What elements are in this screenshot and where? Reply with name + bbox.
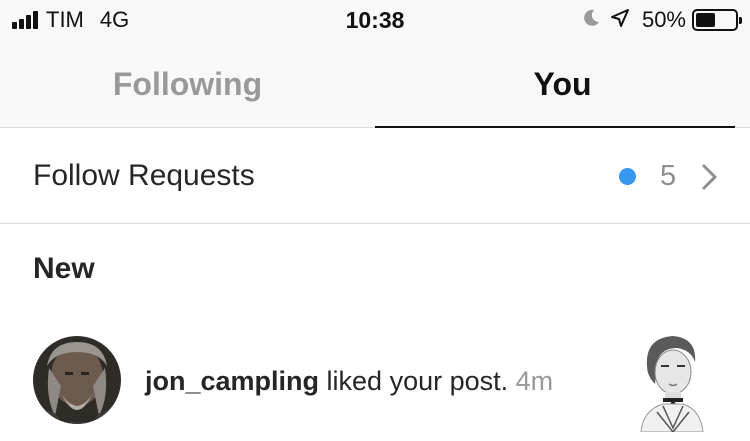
follow-requests-count: 5 bbox=[660, 160, 677, 192]
post-thumbnail[interactable] bbox=[633, 332, 709, 432]
battery-icon bbox=[692, 9, 742, 31]
unread-dot bbox=[619, 168, 636, 185]
moon-icon bbox=[582, 9, 600, 32]
activity-item[interactable]: jon_campling liked your post. 4m bbox=[0, 330, 750, 441]
activity-action: liked your post. bbox=[319, 366, 509, 396]
section-header-new: New bbox=[33, 252, 95, 285]
battery-percent: 50% bbox=[641, 7, 686, 32]
location-arrow-icon bbox=[610, 8, 630, 33]
status-bar: TIM 4G 10:38 50% bbox=[0, 0, 750, 40]
chevron-right-icon bbox=[700, 163, 720, 196]
activity-time: 4m bbox=[515, 366, 554, 396]
battery-fill bbox=[696, 13, 715, 27]
tab-you[interactable]: You bbox=[375, 40, 750, 128]
activity-tabs: Following You bbox=[0, 40, 750, 128]
status-right: 50% bbox=[582, 7, 742, 33]
activity-username[interactable]: jon_campling bbox=[145, 366, 319, 396]
follow-requests-row[interactable]: Follow Requests 5 bbox=[0, 129, 750, 224]
follow-requests-label: Follow Requests bbox=[33, 159, 255, 192]
activity-text: jon_campling liked your post. 4m bbox=[145, 366, 553, 397]
active-tab-indicator bbox=[375, 126, 735, 128]
tab-following[interactable]: Following bbox=[0, 40, 375, 128]
avatar[interactable] bbox=[33, 336, 121, 424]
